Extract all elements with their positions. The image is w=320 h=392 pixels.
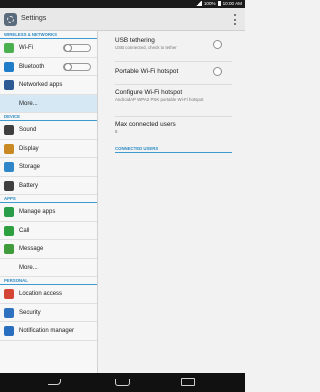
sidebar-item-location[interactable]: Location access — [0, 285, 97, 304]
security-icon — [4, 307, 14, 318]
sidebar-item-label: Battery — [19, 182, 39, 189]
battery-icon — [217, 1, 221, 6]
call-icon — [4, 225, 14, 236]
navigation-bar — [0, 373, 245, 392]
section-connected-users: CONNECTED USERS — [115, 145, 232, 153]
sidebar-item-label: Notification manager — [19, 328, 75, 334]
max-users-row[interactable]: Max connected users 8 — [115, 121, 234, 134]
sidebar-item-label: Display — [19, 145, 39, 152]
status-indicators: 100% 10:00 AM — [195, 1, 242, 6]
divider — [115, 116, 232, 117]
signal-icon — [195, 1, 202, 6]
sidebar-item-label: More... — [19, 264, 38, 271]
sidebar-item-label: Location access — [19, 291, 63, 297]
sidebar-item-label: Message — [19, 246, 44, 252]
max-users-title: Max connected users — [115, 121, 176, 128]
action-bar: Settings — [0, 8, 245, 31]
sidebar-item-battery[interactable]: Battery — [0, 177, 97, 195]
sidebar-item-more-wireless[interactable]: More... — [0, 94, 97, 113]
display-icon — [4, 143, 14, 154]
notification-icon — [4, 326, 14, 336]
sidebar-item-label: Sound — [19, 127, 37, 133]
configure-hotspot-row[interactable]: Configure Wi-Fi hotspot AndroidAP WPA2 P… — [115, 89, 234, 102]
sidebar-item-label: Wi-Fi — [19, 45, 33, 51]
location-icon — [4, 289, 14, 299]
page-title: Settings — [21, 15, 47, 22]
divider — [115, 84, 232, 85]
usb-tethering-radio[interactable] — [213, 40, 222, 49]
sidebar-item-bluetooth[interactable]: Bluetooth — [0, 58, 97, 76]
sidebar-item-label: Networked apps — [19, 82, 63, 88]
bluetooth-toggle[interactable] — [63, 62, 91, 71]
networked-apps-icon — [4, 80, 14, 90]
section-personal: PERSONAL — [0, 277, 97, 285]
home-icon[interactable] — [115, 379, 130, 386]
detail-pane: USB tethering USB connected, check to te… — [98, 31, 245, 373]
bluetooth-icon — [4, 61, 14, 72]
sidebar-item-label: Storage — [19, 164, 41, 170]
back-icon[interactable] — [48, 379, 61, 385]
sidebar-item-label: More... — [19, 100, 38, 107]
battery-settings-icon — [4, 180, 14, 191]
manage-apps-icon — [4, 207, 14, 217]
clock: 10:00 AM — [222, 1, 242, 6]
sidebar-item-label: Security — [19, 309, 41, 316]
sidebar-item-message[interactable]: Message — [0, 240, 97, 259]
sidebar-item-sound[interactable]: Sound — [0, 121, 97, 140]
storage-icon — [4, 162, 14, 172]
sound-icon — [4, 125, 14, 135]
section-device: DEVICE — [0, 113, 97, 121]
section-wireless: WIRELESS & NETWORKS — [0, 31, 97, 39]
sidebar-item-security[interactable]: Security — [0, 304, 97, 322]
section-apps: APPS — [0, 195, 97, 203]
sidebar-item-label: Manage apps — [19, 209, 56, 215]
sidebar-item-wifi[interactable]: Wi-Fi — [0, 39, 97, 58]
sidebar-item-display[interactable]: Display — [0, 140, 97, 158]
sidebar-item-label: Call — [19, 227, 30, 234]
sidebar-item-notification-manager[interactable]: Notification manager — [0, 322, 97, 341]
recent-apps-icon[interactable] — [181, 378, 195, 386]
settings-gear-icon — [4, 13, 17, 26]
sidebar-item-label: Bluetooth — [19, 63, 45, 70]
divider — [115, 61, 232, 62]
sidebar-item-manage-apps[interactable]: Manage apps — [0, 203, 97, 222]
portable-hotspot-radio[interactable] — [213, 67, 222, 76]
max-users-value: 8 — [115, 129, 118, 134]
configure-hotspot-summary: AndroidAP WPA2 PSK portable Wi-Fi hotspo… — [115, 97, 204, 102]
configure-hotspot-title: Configure Wi-Fi hotspot — [115, 89, 183, 96]
wifi-icon — [4, 43, 14, 53]
message-icon — [4, 244, 14, 254]
wifi-toggle[interactable] — [63, 44, 91, 52]
settings-list: WIRELESS & NETWORKS Wi-Fi Bluetooth Netw… — [0, 31, 98, 373]
sidebar-item-more-apps[interactable]: More... — [0, 259, 97, 277]
sidebar-item-storage[interactable]: Storage — [0, 158, 97, 177]
sidebar-item-networked-apps[interactable]: Networked apps — [0, 76, 97, 95]
battery-percent: 100% — [203, 1, 216, 6]
sidebar-item-call[interactable]: Call — [0, 222, 97, 240]
status-bar: 100% 10:00 AM — [0, 0, 245, 8]
overflow-menu-icon[interactable] — [233, 14, 236, 25]
